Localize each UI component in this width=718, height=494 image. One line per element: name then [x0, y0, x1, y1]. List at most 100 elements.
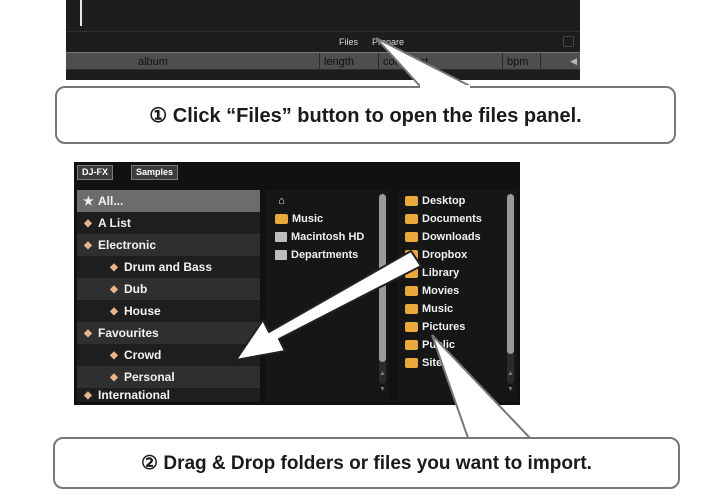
- library-browser: DJ-FX Samples ★ All... ◆ A List ◆ Electr…: [74, 162, 520, 405]
- location-label: Music: [292, 212, 324, 225]
- scrollbar-thumb[interactable]: [507, 194, 514, 354]
- panel-toggle-icon[interactable]: [563, 36, 574, 47]
- location-music[interactable]: Music: [275, 210, 323, 227]
- column-album[interactable]: album: [138, 56, 168, 68]
- tab-samples[interactable]: Samples: [131, 165, 179, 180]
- crate-icon: ◆: [110, 305, 118, 317]
- crate-label: Crowd: [124, 348, 162, 362]
- scroll-down-icon[interactable]: ▼: [507, 386, 514, 393]
- scroll-up-icon[interactable]: ▲: [379, 370, 386, 377]
- folder-label: Sites: [422, 356, 449, 369]
- folder-icon: [405, 231, 418, 242]
- folder-label: Movies: [422, 284, 460, 297]
- drive-icon: [275, 231, 287, 242]
- folder-label: Music: [422, 302, 454, 315]
- tab-dj-fx[interactable]: DJ-FX: [77, 165, 114, 180]
- folder-sites[interactable]: Sites: [405, 354, 448, 371]
- crate-icon: ◆: [110, 261, 118, 273]
- folder-pictures[interactable]: Pictures: [405, 318, 465, 335]
- folder-icon: [405, 303, 418, 314]
- crate-label: A List: [98, 216, 131, 230]
- waveform-cursor: [80, 0, 82, 26]
- crate-icon: ◆: [110, 371, 118, 383]
- scroll-left-icon[interactable]: ◀: [570, 56, 577, 67]
- star-icon: ★: [83, 194, 94, 208]
- crate-icon: ◆: [84, 217, 92, 229]
- folder-icon: [405, 213, 418, 224]
- folder-icon: [275, 213, 288, 224]
- crate-drum-and-bass[interactable]: ◆ Drum and Bass: [77, 256, 260, 278]
- folder-public[interactable]: Public: [405, 336, 455, 353]
- folder-icon: [405, 195, 418, 206]
- crate-crowd[interactable]: ◆ Crowd: [77, 344, 260, 366]
- crate-electronic[interactable]: ◆ Electronic: [77, 234, 260, 256]
- folder-dropbox[interactable]: Dropbox: [405, 246, 467, 263]
- column-divider: [540, 53, 541, 69]
- folder-icon: [405, 285, 418, 296]
- column-divider: [319, 53, 320, 69]
- folder-label: Library: [422, 266, 460, 279]
- folder-label: Dropbox: [422, 248, 468, 261]
- folder-icon: [405, 339, 418, 350]
- folder-documents[interactable]: Documents: [405, 210, 482, 227]
- location-home[interactable]: ⌂: [275, 192, 292, 209]
- crate-label: All...: [98, 194, 124, 208]
- crate-label: Electronic: [98, 238, 157, 252]
- track-list-header: album length comment bpm ◀: [66, 52, 580, 70]
- folders-list: Desktop Documents Downloads Dropbox Libr…: [397, 190, 517, 402]
- crate-label: House: [124, 304, 161, 318]
- crate-label: Drum and Bass: [124, 260, 213, 274]
- crate-label: Dub: [124, 282, 148, 296]
- crate-personal[interactable]: ◆ Personal: [77, 366, 260, 388]
- scrollbar-thumb[interactable]: [379, 194, 386, 362]
- top-screenshot: Files Prepare album length comment bpm ◀: [66, 0, 580, 80]
- folder-icon: [405, 357, 418, 368]
- scroll-up-icon[interactable]: ▲: [507, 370, 514, 377]
- crate-favourites[interactable]: ◆ Favourites: [77, 322, 260, 344]
- separator: [66, 31, 580, 32]
- prepare-button[interactable]: Prepare: [372, 37, 404, 47]
- files-button[interactable]: Files: [339, 37, 358, 47]
- crate-list: ★ All... ◆ A List ◆ Electronic ◆ Drum an…: [77, 190, 260, 402]
- folder-label: Pictures: [422, 320, 466, 333]
- crate-international[interactable]: ◆ International: [77, 388, 260, 402]
- folder-desktop[interactable]: Desktop: [405, 192, 465, 209]
- crate-house[interactable]: ◆ House: [77, 300, 260, 322]
- location-macintosh-hd[interactable]: Macintosh HD: [275, 228, 364, 245]
- scroll-down-icon[interactable]: ▼: [379, 386, 386, 393]
- location-label: Macintosh HD: [291, 230, 365, 243]
- folder-music[interactable]: Music: [405, 300, 453, 317]
- folder-icon: [405, 267, 418, 278]
- drive-icon: [275, 249, 287, 260]
- column-comment[interactable]: comment: [383, 56, 428, 68]
- column-bpm[interactable]: bpm: [507, 56, 528, 68]
- folder-label: Desktop: [422, 194, 466, 207]
- step-1-callout: ① Click “Files” button to open the files…: [55, 86, 676, 144]
- location-label: Departments: [291, 248, 359, 261]
- crate-label: International: [98, 388, 171, 402]
- step-1-text: ① Click “Files” button to open the files…: [149, 104, 582, 127]
- step-2-callout: ② Drag & Drop folders or files you want …: [53, 437, 680, 489]
- crate-label: Favourites: [98, 326, 159, 340]
- folder-downloads[interactable]: Downloads: [405, 228, 481, 245]
- crate-icon: ◆: [84, 327, 92, 339]
- crate-icon: ◆: [84, 239, 92, 251]
- crate-icon: ◆: [110, 283, 118, 295]
- folder-label: Public: [422, 338, 456, 351]
- column-divider: [378, 53, 379, 69]
- location-departments[interactable]: Departments: [275, 246, 358, 263]
- crate-icon: ◆: [84, 389, 92, 401]
- locations-list: ⌂ Music Macintosh HD Departments ▲ ▼: [265, 190, 389, 402]
- folder-movies[interactable]: Movies: [405, 282, 459, 299]
- folder-label: Documents: [422, 212, 482, 225]
- crate-dub[interactable]: ◆ Dub: [77, 278, 260, 300]
- home-icon: ⌂: [278, 194, 285, 207]
- folder-icon: [405, 249, 418, 260]
- crate-icon: ◆: [110, 349, 118, 361]
- crate-a-list[interactable]: ◆ A List: [77, 212, 260, 234]
- column-length[interactable]: length: [324, 56, 354, 68]
- crate-all[interactable]: ★ All...: [77, 190, 260, 212]
- column-divider: [502, 53, 503, 69]
- folder-library[interactable]: Library: [405, 264, 459, 281]
- folder-icon: [405, 321, 418, 332]
